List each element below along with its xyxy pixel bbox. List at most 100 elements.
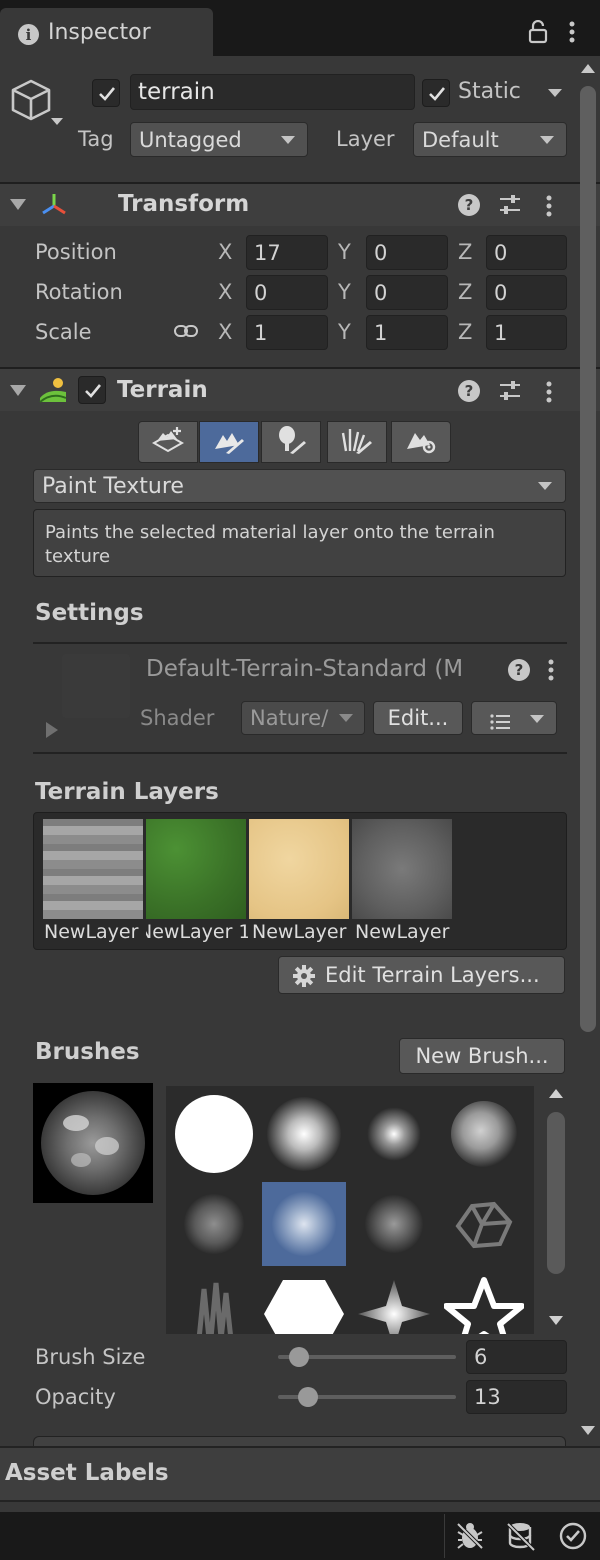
brush-hexagon[interactable] [262, 1272, 346, 1334]
brush-size-field[interactable]: 6 [466, 1340, 567, 1374]
tool-create-neighbor[interactable] [138, 421, 198, 463]
gear-icon [293, 965, 315, 992]
shader-list-button[interactable] [471, 701, 557, 735]
terrain-layer-name: NewLayer [355, 921, 450, 943]
brush-soft-circle[interactable] [262, 1092, 346, 1176]
tool-paint-terrain[interactable] [199, 421, 259, 463]
brush-scrollbar[interactable] [543, 1086, 571, 1334]
terrain-enabled-checkbox[interactable] [78, 376, 106, 404]
rotation-x-field[interactable]: 0 [246, 275, 328, 310]
position-y-axis: Y [338, 240, 351, 264]
database-icon[interactable] [506, 1520, 538, 1557]
opacity-field[interactable]: 13 [466, 1380, 567, 1414]
tab-inspector[interactable]: i Inspector [0, 8, 213, 58]
terrain-layer-thumbnail[interactable] [352, 819, 452, 919]
terrain-settings-icon [404, 425, 438, 460]
chevron-down-icon [339, 714, 353, 722]
lock-icon[interactable] [528, 19, 548, 49]
shader-dropdown[interactable]: Nature/ [241, 701, 365, 735]
help-icon[interactable]: ? [458, 194, 480, 216]
static-label: Static [458, 79, 521, 104]
brush-size-label: Brush Size [35, 1345, 146, 1369]
brush-splat-selected[interactable] [262, 1182, 346, 1266]
scale-z-field[interactable]: 1 [486, 315, 567, 350]
terrain-layer-name: NewLayer [252, 921, 347, 943]
selected-brush-preview [33, 1083, 153, 1203]
terrain-layer-name: NewLayer 1 [146, 921, 248, 943]
presets-icon[interactable] [498, 194, 522, 221]
rotation-z-axis: Z [458, 280, 473, 304]
scroll-down-icon[interactable] [549, 1316, 563, 1325]
brush-noise[interactable] [172, 1182, 256, 1266]
position-z-field[interactable]: 0 [486, 235, 567, 270]
asset-labels-title: Asset Labels [5, 1460, 169, 1486]
presets-icon[interactable] [498, 380, 522, 407]
inspector-scrollbar[interactable] [576, 60, 600, 1442]
debug-bug-icon[interactable] [454, 1520, 486, 1557]
brush-cells[interactable] [442, 1182, 526, 1266]
brush-star-burst[interactable] [352, 1272, 436, 1334]
active-checkbox[interactable] [92, 79, 120, 107]
brush-grid [166, 1086, 534, 1334]
tool-description: Paints the selected material layer onto … [45, 522, 495, 567]
brush-scrollbar-thumb[interactable] [547, 1112, 565, 1274]
inspector-scrollbar-thumb[interactable] [580, 86, 596, 1032]
terrain-foldout-icon[interactable] [10, 385, 26, 396]
scale-y-field[interactable]: 1 [366, 315, 448, 350]
brush-small-soft[interactable] [352, 1092, 436, 1176]
scroll-up-icon[interactable] [549, 1089, 563, 1098]
brush-size-slider-knob[interactable] [289, 1347, 310, 1367]
tab-menu-icon[interactable] [567, 20, 577, 49]
tool-paint-trees[interactable] [261, 421, 321, 463]
rotation-y-field[interactable]: 0 [366, 275, 448, 310]
terrain-layer-thumbnail[interactable] [43, 819, 143, 919]
tool-terrain-settings[interactable] [391, 421, 451, 463]
terrain-layer-thumbnail[interactable] [249, 819, 349, 919]
terrain-layer-thumbnail[interactable] [146, 819, 246, 919]
component-menu-icon[interactable] [544, 194, 554, 223]
link-icon[interactable] [173, 321, 199, 346]
position-z-axis: Z [458, 240, 473, 264]
transform-foldout-icon[interactable] [10, 199, 26, 210]
checkmark-circle-icon[interactable] [558, 1521, 588, 1556]
static-checkbox[interactable] [422, 79, 450, 107]
opacity-slider-knob[interactable] [298, 1387, 319, 1407]
edit-terrain-layers-button[interactable]: Edit Terrain Layers... [278, 956, 565, 994]
scale-y-axis: Y [338, 320, 351, 344]
transform-title: Transform [118, 191, 250, 217]
object-name-field[interactable]: terrain [130, 74, 415, 110]
shader-edit-button[interactable]: Edit... [373, 701, 463, 735]
component-menu-icon[interactable] [544, 380, 554, 409]
terrain-title: Terrain [117, 377, 208, 403]
tag-label: Tag [78, 127, 114, 151]
material-preview[interactable] [62, 654, 130, 718]
help-icon[interactable]: ? [508, 659, 530, 681]
brushes-title: Brushes [35, 1039, 140, 1065]
gameobject-cube-icon[interactable] [10, 78, 66, 135]
scroll-down-icon[interactable] [581, 1426, 595, 1435]
position-y-field[interactable]: 0 [366, 235, 448, 270]
new-brush-button[interactable]: New Brush... [399, 1038, 565, 1074]
position-x-field[interactable]: 17 [246, 235, 328, 270]
paint-mode-value: Paint Texture [42, 473, 184, 499]
help-icon[interactable]: ? [458, 380, 480, 402]
paint-mode-dropdown[interactable]: Paint Texture [33, 469, 566, 503]
material-foldout-icon[interactable] [46, 722, 58, 738]
settings-title: Settings [35, 600, 144, 626]
brush-star-outline[interactable] [442, 1272, 526, 1334]
brush-grass[interactable] [172, 1272, 256, 1334]
brush-cloud[interactable] [442, 1092, 526, 1176]
terrain-icon [38, 376, 68, 409]
chevron-down-icon [540, 136, 554, 144]
material-menu-icon[interactable] [546, 658, 556, 687]
static-dropdown-icon[interactable] [548, 89, 562, 97]
tool-paint-details[interactable] [327, 421, 387, 463]
brush-hard-circle[interactable] [172, 1092, 256, 1176]
layer-dropdown[interactable]: Default [413, 122, 567, 157]
tag-dropdown[interactable]: Untagged [130, 122, 308, 157]
brush-splat[interactable] [352, 1182, 436, 1266]
scroll-up-icon[interactable] [581, 64, 595, 73]
rotation-z-field[interactable]: 0 [486, 275, 567, 310]
scale-x-field[interactable]: 1 [246, 315, 328, 350]
tag-value: Untagged [139, 127, 242, 152]
